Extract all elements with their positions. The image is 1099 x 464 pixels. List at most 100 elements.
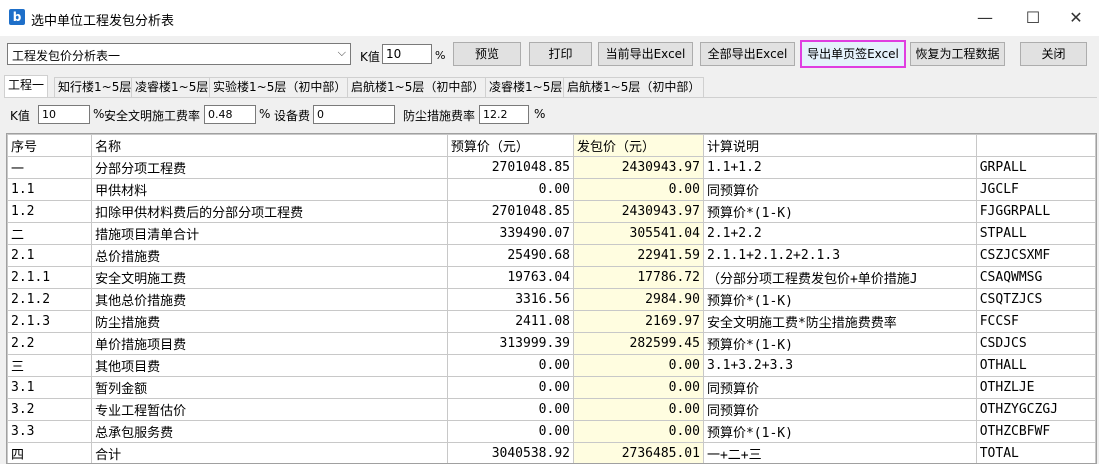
col-code-cell[interactable]: TOTAL (975, 442, 1096, 463)
col-code-cell[interactable]: JGCLF (975, 178, 1096, 201)
export-current-button[interactable]: 当前导出Excel (598, 42, 693, 66)
col-seq-cell[interactable]: 2.1.1 (7, 266, 93, 289)
table-row[interactable]: 三其他项目费 0.00 0.00 3.1+3.2+3.3 OTHALL (7, 354, 1096, 377)
col-contract-cell[interactable]: 2430943.97 (572, 156, 704, 179)
header-col-budget[interactable]: 预算价（元） (446, 134, 574, 157)
col-code-cell[interactable]: OTHZLJE (975, 376, 1096, 399)
equipment-fee-input[interactable]: 0 (313, 105, 395, 124)
col-code-cell[interactable]: FCCSF (975, 310, 1096, 333)
col-name-cell[interactable]: 安全文明施工费 (91, 266, 448, 289)
tab-qihang[interactable]: 启航楼1~5层（初中部） (347, 77, 489, 97)
col-name-cell[interactable]: 合计 (91, 442, 448, 463)
table-row[interactable]: 1.1 甲供材料 0.00 0.00 同预算价 JGCLF (7, 178, 1096, 201)
restore-project-data-button[interactable]: 恢复为工程数据 (910, 42, 1005, 66)
col-code-cell[interactable]: CSAQWMSG (975, 266, 1096, 289)
header-col-code[interactable] (975, 134, 1096, 157)
col-formula-cell[interactable]: 预算价*(1-K) (702, 288, 977, 311)
col-contract-cell[interactable]: 2169.97 (572, 310, 704, 333)
maximize-button[interactable]: ☐ (1010, 0, 1056, 36)
param-k-input[interactable]: 10 (38, 105, 90, 124)
analysis-table[interactable]: 序号 名称 预算价（元） 发包价（元） 计算说明一分部分项工程费 2701048.85 24… (6, 133, 1097, 464)
col-contract-cell[interactable]: 0.00 (572, 376, 704, 399)
col-name-cell[interactable]: 扣除甲供材料费后的分部分项工程费 (91, 200, 448, 223)
col-seq-cell[interactable]: 2.2 (7, 332, 93, 355)
print-button[interactable]: 打印 (529, 42, 592, 66)
col-name-cell[interactable]: 暂列金额 (91, 376, 448, 399)
col-code-cell[interactable]: CSQTZJCS (975, 288, 1096, 311)
col-seq-cell[interactable]: 3.2 (7, 398, 93, 421)
col-seq-cell[interactable]: 2.1.3 (7, 310, 93, 333)
col-seq-cell[interactable]: 1.1 (7, 178, 93, 201)
col-formula-cell[interactable]: 同预算价 (702, 178, 977, 201)
preview-button[interactable]: 预览 (453, 42, 521, 66)
col-contract-cell[interactable]: 305541.04 (572, 222, 704, 245)
col-seq-cell[interactable]: 三 (7, 354, 93, 377)
table-row[interactable]: 2.1 总价措施费 25490.68 22941.59 2.1.1+2.1.2+2.1.… (7, 244, 1096, 267)
close-button[interactable]: 关闭 (1020, 42, 1087, 66)
table-row[interactable]: 1.2 扣除甲供材料费后的分部分项工程费 2701048.85 2430943.97 预… (7, 200, 1096, 223)
col-budget-cell[interactable]: 0.00 (446, 420, 574, 443)
col-contract-cell[interactable]: 22941.59 (572, 244, 704, 267)
col-seq-cell[interactable]: 3.3 (7, 420, 93, 443)
header-col-formula[interactable]: 计算说明 (702, 134, 977, 157)
col-seq-cell[interactable]: 一 (7, 156, 93, 179)
tab-qihang-2[interactable]: 启航楼1~5层（初中部） (563, 77, 705, 97)
table-row[interactable]: 二措施项目清单合计 339490.07 305541.04 2.1+2.2 STPALL (7, 222, 1096, 245)
tab-project-1[interactable]: 工程一 (4, 75, 49, 97)
col-formula-cell[interactable]: 同预算价 (702, 398, 977, 421)
minimize-button[interactable]: — (962, 0, 1008, 36)
safety-rate-input[interactable]: 0.48 (204, 105, 256, 124)
col-budget-cell[interactable]: 313999.39 (446, 332, 574, 355)
col-code-cell[interactable]: CSDJCS (975, 332, 1096, 355)
col-budget-cell[interactable]: 2701048.85 (446, 200, 574, 223)
col-budget-cell[interactable]: 3316.56 (446, 288, 574, 311)
col-code-cell[interactable]: CSZJCSXMF (975, 244, 1096, 267)
col-code-cell[interactable]: GRPALL (975, 156, 1096, 179)
col-seq-cell[interactable]: 2.1 (7, 244, 93, 267)
col-code-cell[interactable]: STPALL (975, 222, 1096, 245)
table-row[interactable]: 2.2 单价措施项目费 313999.39 282599.45 预算价*(1-K) CSD… (7, 332, 1096, 355)
col-name-cell[interactable]: 总承包服务费 (91, 420, 448, 443)
col-formula-cell[interactable]: 2.1.1+2.1.2+2.1.3 (702, 244, 977, 267)
table-row[interactable]: 3.3 总承包服务费 0.00 0.00 预算价*(1-K) OTHZCBFWF (7, 420, 1096, 443)
col-code-cell[interactable]: OTHALL (975, 354, 1096, 377)
col-name-cell[interactable]: 专业工程暂估价 (91, 398, 448, 421)
tab-zhixing[interactable]: 知行楼1~5层 (54, 77, 136, 97)
col-name-cell[interactable]: 防尘措施费 (91, 310, 448, 333)
col-budget-cell[interactable]: 25490.68 (446, 244, 574, 267)
table-row[interactable]: 3.2 专业工程暂估价 0.00 0.00 同预算价 OTHZYGCZGJ (7, 398, 1096, 421)
dust-rate-input[interactable]: 12.2 (479, 105, 529, 124)
table-row[interactable]: 2.1.3 防尘措施费 2411.08 2169.97 安全文明施工费*防尘措施费费率 F… (7, 310, 1096, 333)
tab-lingrui-2[interactable]: 凌睿楼1~5层 (485, 77, 567, 97)
col-name-cell[interactable]: 甲供材料 (91, 178, 448, 201)
col-contract-cell[interactable]: 0.00 (572, 178, 704, 201)
col-budget-cell[interactable]: 2411.08 (446, 310, 574, 333)
col-name-cell[interactable]: 其他项目费 (91, 354, 448, 377)
table-row[interactable]: 2.1.2 其他总价措施费 3316.56 2984.90 预算价*(1-K) CSQTZ… (7, 288, 1096, 311)
col-name-cell[interactable]: 措施项目清单合计 (91, 222, 448, 245)
col-budget-cell[interactable]: 0.00 (446, 376, 574, 399)
export-all-button[interactable]: 全部导出Excel (700, 42, 795, 66)
col-formula-cell[interactable]: 1.1+1.2 (702, 156, 977, 179)
col-formula-cell[interactable]: 预算价*(1-K) (702, 200, 977, 223)
col-contract-cell[interactable]: 17786.72 (572, 266, 704, 289)
col-name-cell[interactable]: 总价措施费 (91, 244, 448, 267)
header-col-seq[interactable]: 序号 (7, 134, 93, 157)
table-row[interactable]: 2.1.1 安全文明施工费 19763.04 17786.72 （分部分项工程费发包价+… (7, 266, 1096, 289)
col-formula-cell[interactable]: （分部分项工程费发包价+单价措施J (702, 266, 977, 289)
col-contract-cell[interactable]: 0.00 (572, 420, 704, 443)
col-contract-cell[interactable]: 2984.90 (572, 288, 704, 311)
header-col-contract[interactable]: 发包价（元） (572, 134, 704, 157)
col-budget-cell[interactable]: 0.00 (446, 398, 574, 421)
col-seq-cell[interactable]: 二 (7, 222, 93, 245)
col-seq-cell[interactable]: 四 (7, 442, 93, 463)
table-row[interactable]: 一分部分项工程费 2701048.85 2430943.97 1.1+1.2 GRPAL… (7, 156, 1096, 179)
report-type-select[interactable]: 工程发包价分析表一 ⌵ (7, 43, 351, 65)
col-formula-cell[interactable]: 同预算价 (702, 376, 977, 399)
col-budget-cell[interactable]: 339490.07 (446, 222, 574, 245)
table-row[interactable]: 3.1 暂列金额 0.00 0.00 同预算价 OTHZLJE (7, 376, 1096, 399)
col-seq-cell[interactable]: 2.1.2 (7, 288, 93, 311)
close-window-button[interactable]: ✕ (1053, 0, 1099, 36)
col-formula-cell[interactable]: 预算价*(1-K) (702, 420, 977, 443)
tab-lingrui[interactable]: 凌睿楼1~5层 (131, 77, 213, 97)
